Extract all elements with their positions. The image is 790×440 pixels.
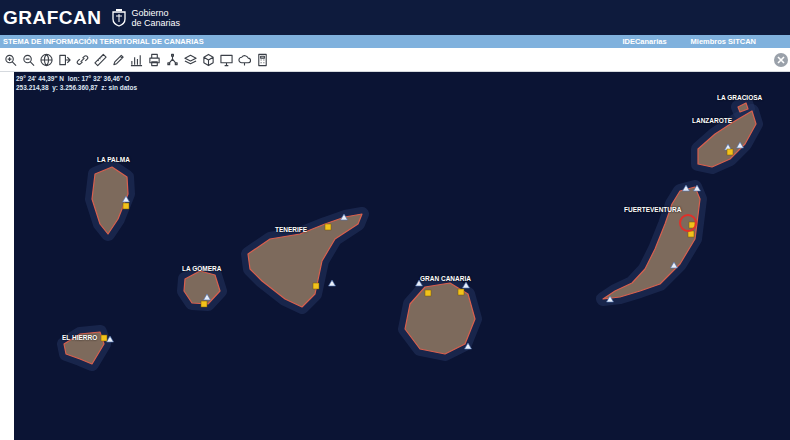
menu-bar: STEMA DE INFORMACIÓN TERRITORIAL DE CANA… xyxy=(0,35,790,48)
island-label: LA GOMERA xyxy=(182,265,221,272)
airport-icon[interactable] xyxy=(201,301,207,307)
port-icon[interactable] xyxy=(123,196,130,202)
island-label: TENERIFE xyxy=(275,226,307,233)
coat-of-arms-icon xyxy=(112,9,126,27)
map-viewer: GRAFCAN Gobiernode Canarias STEMA DE INFOR… xyxy=(0,0,790,440)
government-line: de Canarias xyxy=(132,18,181,28)
side-strip xyxy=(0,72,14,440)
island-shape[interactable] xyxy=(405,283,475,354)
island-label: GRAN CANARIA xyxy=(420,275,471,282)
toolbar xyxy=(0,48,790,72)
tool-button[interactable] xyxy=(218,53,235,67)
network-icon xyxy=(166,53,179,67)
exit-icon xyxy=(58,53,71,67)
print-icon xyxy=(148,53,161,67)
airport-icon[interactable] xyxy=(313,283,319,289)
tool-button[interactable] xyxy=(110,53,127,67)
tool-button[interactable] xyxy=(38,53,55,67)
zoom-in-icon xyxy=(4,53,17,67)
island-label: LANZAROTE xyxy=(692,117,732,124)
cloud-icon xyxy=(238,53,251,67)
island-shape[interactable] xyxy=(738,103,748,112)
tool-button[interactable] xyxy=(2,53,19,67)
island-shelf xyxy=(248,214,362,307)
chart-icon xyxy=(130,53,143,67)
island-shelf xyxy=(92,167,128,234)
zoom-out-icon xyxy=(22,53,35,67)
link-icon xyxy=(76,53,89,67)
island-shelf xyxy=(405,283,475,354)
coordinates-readout: 29° 24' 44,39" N lon: 17° 32' 36,46" O25… xyxy=(16,74,137,92)
port-icon[interactable] xyxy=(683,185,690,191)
layers-icon xyxy=(184,53,197,67)
port-icon[interactable] xyxy=(737,142,744,148)
system-title: STEMA DE INFORMACIÓN TERRITORIAL DE CANA… xyxy=(3,37,204,46)
coordinate-line: 253.214,38 y: 3.256.360,87 z: sin datos xyxy=(16,83,137,92)
globe-icon xyxy=(40,53,53,67)
airport-icon[interactable] xyxy=(325,224,331,230)
grafcan-logo[interactable]: GRAFCAN xyxy=(3,7,102,29)
island-shape[interactable] xyxy=(603,187,700,299)
island-shelf xyxy=(603,187,700,299)
tool-button[interactable] xyxy=(254,53,271,67)
map-canvas[interactable]: LA PALMA EL HIERRO LA GOMERA TENERIFE GRAN C… xyxy=(14,72,790,440)
port-icon[interactable] xyxy=(465,343,472,349)
tool-button[interactable] xyxy=(128,53,145,67)
pencil-icon xyxy=(112,53,125,67)
location-marker-icon xyxy=(680,215,696,231)
map-drawing xyxy=(14,72,790,439)
close-icon xyxy=(775,54,787,66)
island-shape[interactable] xyxy=(184,271,220,304)
port-icon[interactable] xyxy=(671,262,678,268)
menu-link[interactable]: Miembros SITCAN xyxy=(691,37,756,46)
cube-icon xyxy=(202,53,215,67)
island-label: LA PALMA xyxy=(97,156,130,163)
port-icon[interactable] xyxy=(204,294,211,300)
government-name: Gobiernode Canarias xyxy=(132,8,181,28)
port-icon[interactable] xyxy=(107,336,114,342)
airport-icon[interactable] xyxy=(123,203,129,209)
island-shape[interactable] xyxy=(92,167,128,234)
map-area: LA PALMA EL HIERRO LA GOMERA TENERIFE GRAN C… xyxy=(0,72,790,440)
tool-button[interactable] xyxy=(92,53,109,67)
island-shelf xyxy=(184,271,220,304)
tool-button[interactable] xyxy=(182,53,199,67)
airport-icon[interactable] xyxy=(425,290,431,296)
airport-icon[interactable] xyxy=(727,149,733,155)
port-icon[interactable] xyxy=(329,280,336,286)
tool-button[interactable] xyxy=(164,53,181,67)
header: GRAFCAN Gobiernode Canarias xyxy=(0,0,790,35)
tool-button[interactable] xyxy=(146,53,163,67)
tool-button[interactable] xyxy=(74,53,91,67)
calculator-icon xyxy=(256,53,269,67)
monitor-icon xyxy=(220,53,233,67)
island-label: LA GRACIOSA xyxy=(717,94,762,101)
island-label: EL HIERRO xyxy=(62,334,97,341)
ruler-icon xyxy=(94,53,107,67)
tool-button[interactable] xyxy=(56,53,73,67)
tool-button[interactable] xyxy=(200,53,217,67)
tool-button[interactable] xyxy=(236,53,253,67)
airport-icon[interactable] xyxy=(101,335,107,341)
government-line: Gobierno xyxy=(132,8,181,18)
island-label: FUERTEVENTURA xyxy=(624,206,681,213)
coordinate-line: 29° 24' 44,39" N lon: 17° 32' 36,46" O xyxy=(16,74,137,83)
close-button[interactable] xyxy=(774,53,788,67)
island-shelf xyxy=(738,103,748,112)
port-icon[interactable] xyxy=(607,296,614,302)
port-icon[interactable] xyxy=(694,185,701,191)
airport-icon[interactable] xyxy=(458,289,464,295)
port-icon[interactable] xyxy=(463,282,470,288)
port-icon[interactable] xyxy=(341,214,348,220)
menu-link[interactable]: IDECanarias xyxy=(622,37,666,46)
island-shape[interactable] xyxy=(248,214,362,307)
tool-button[interactable] xyxy=(20,53,37,67)
